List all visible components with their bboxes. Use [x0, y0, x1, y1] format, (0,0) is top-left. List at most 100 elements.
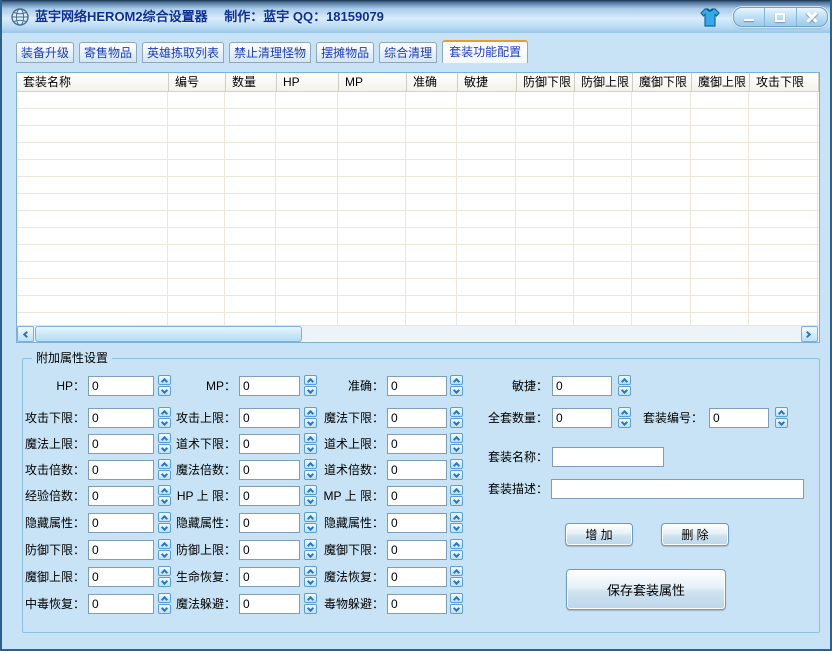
horizontal-scrollbar[interactable]: [17, 325, 819, 342]
spin-down-button[interactable]: [450, 418, 463, 428]
spin-down-button[interactable]: [775, 418, 788, 428]
attr-field-4-input[interactable]: [239, 408, 300, 428]
attr-field-6-input[interactable]: [88, 434, 154, 454]
attr-field-24-input[interactable]: [88, 594, 154, 614]
attr-field-21-input[interactable]: [88, 567, 154, 587]
column-header[interactable]: 套装名称: [17, 73, 169, 92]
spin-up-button[interactable]: [304, 375, 317, 385]
attr-field-7-input[interactable]: [239, 434, 300, 454]
spin-down-button[interactable]: [158, 386, 171, 396]
tab-hero-pickup-list[interactable]: 英雄拣取列表: [142, 42, 224, 63]
spin-down-button[interactable]: [304, 470, 317, 480]
shirt-icon[interactable]: [698, 6, 722, 28]
agility-field-input[interactable]: [552, 376, 612, 396]
attr-field-5-input[interactable]: [387, 408, 447, 428]
spin-down-button[interactable]: [450, 496, 463, 506]
attr-field-0-input[interactable]: [88, 376, 154, 396]
attr-field-8-input[interactable]: [387, 434, 447, 454]
tab-set-function-config[interactable]: 套装功能配置: [442, 40, 528, 63]
spin-down-button[interactable]: [158, 550, 171, 560]
attr-field-3-input[interactable]: [88, 408, 154, 428]
column-header[interactable]: HP: [277, 73, 339, 92]
spin-down-button[interactable]: [450, 550, 463, 560]
spin-up-button[interactable]: [450, 433, 463, 443]
column-header[interactable]: MP: [339, 73, 407, 92]
spin-up-button[interactable]: [450, 512, 463, 522]
attr-field-25-input[interactable]: [239, 594, 300, 614]
titlebar[interactable]: 蓝宇网络HEROM2综合设置器 制作：蓝宇 QQ：18159079: [2, 0, 830, 33]
spin-up-button[interactable]: [158, 407, 171, 417]
spin-up-button[interactable]: [450, 539, 463, 549]
spin-up-button[interactable]: [304, 485, 317, 495]
spin-up-button[interactable]: [450, 459, 463, 469]
column-header[interactable]: 攻击下限: [750, 73, 819, 92]
attr-field-22-input[interactable]: [239, 567, 300, 587]
spin-down-button[interactable]: [304, 496, 317, 506]
spin-down-button[interactable]: [450, 444, 463, 454]
spin-down-button[interactable]: [450, 604, 463, 614]
column-header[interactable]: 编号: [169, 73, 226, 92]
spin-up-button[interactable]: [158, 539, 171, 549]
spin-down-button[interactable]: [618, 386, 631, 396]
attr-field-23-input[interactable]: [387, 567, 447, 587]
table-body[interactable]: [17, 92, 819, 325]
column-header[interactable]: 准确: [407, 73, 458, 92]
attr-field-19-input[interactable]: [239, 540, 300, 560]
add-button[interactable]: 增 加: [565, 523, 633, 546]
spin-up-button[interactable]: [450, 375, 463, 385]
scrollbar-thumb[interactable]: [35, 326, 302, 342]
set-number-field-input[interactable]: [709, 408, 769, 428]
close-button[interactable]: [796, 8, 827, 26]
spin-up-button[interactable]: [775, 407, 788, 417]
column-header[interactable]: 敏捷: [458, 73, 517, 92]
spin-up-button[interactable]: [304, 459, 317, 469]
spin-up-button[interactable]: [158, 593, 171, 603]
attr-field-17-input[interactable]: [387, 513, 447, 533]
set-desc-input[interactable]: [551, 479, 804, 499]
spin-up-button[interactable]: [304, 512, 317, 522]
spin-down-button[interactable]: [158, 577, 171, 587]
spin-up-button[interactable]: [304, 433, 317, 443]
column-header[interactable]: 数量: [226, 73, 277, 92]
spin-up-button[interactable]: [304, 407, 317, 417]
tab-general-cleanup[interactable]: 综合清理: [379, 42, 437, 63]
attr-field-16-input[interactable]: [239, 513, 300, 533]
spin-up-button[interactable]: [158, 485, 171, 495]
maximize-button[interactable]: [764, 8, 795, 26]
spin-up-button[interactable]: [450, 407, 463, 417]
spin-up-button[interactable]: [304, 593, 317, 603]
spin-down-button[interactable]: [450, 523, 463, 533]
delete-button[interactable]: 删 除: [661, 523, 729, 546]
spin-up-button[interactable]: [158, 375, 171, 385]
spin-up-button[interactable]: [304, 539, 317, 549]
attr-field-2-input[interactable]: [387, 376, 447, 396]
spin-down-button[interactable]: [304, 444, 317, 454]
save-set-attributes-button[interactable]: 保存套装属性: [566, 569, 726, 610]
attr-field-20-input[interactable]: [387, 540, 447, 560]
attr-field-1-input[interactable]: [239, 376, 300, 396]
spin-down-button[interactable]: [158, 523, 171, 533]
spin-up-button[interactable]: [618, 375, 631, 385]
column-header[interactable]: 魔御下限: [633, 73, 692, 92]
spin-down-button[interactable]: [618, 418, 631, 428]
column-header[interactable]: 魔御上限: [692, 73, 750, 92]
spin-up-button[interactable]: [158, 459, 171, 469]
spin-down-button[interactable]: [304, 386, 317, 396]
spin-up-button[interactable]: [158, 566, 171, 576]
spin-up-button[interactable]: [304, 566, 317, 576]
minimize-button[interactable]: [734, 8, 764, 26]
spin-up-button[interactable]: [450, 485, 463, 495]
set-name-input[interactable]: [552, 447, 664, 467]
tab-stall-items[interactable]: 摆摊物品: [316, 42, 374, 63]
attr-field-13-input[interactable]: [239, 486, 300, 506]
spin-up-button[interactable]: [158, 433, 171, 443]
tab-equipment-upgrade[interactable]: 装备升级: [16, 42, 74, 63]
spin-down-button[interactable]: [158, 604, 171, 614]
attr-field-10-input[interactable]: [239, 460, 300, 480]
spin-down-button[interactable]: [304, 577, 317, 587]
spin-up-button[interactable]: [450, 566, 463, 576]
attr-field-11-input[interactable]: [387, 460, 447, 480]
column-header[interactable]: 防御上限: [575, 73, 633, 92]
spin-down-button[interactable]: [304, 418, 317, 428]
spin-down-button[interactable]: [304, 604, 317, 614]
